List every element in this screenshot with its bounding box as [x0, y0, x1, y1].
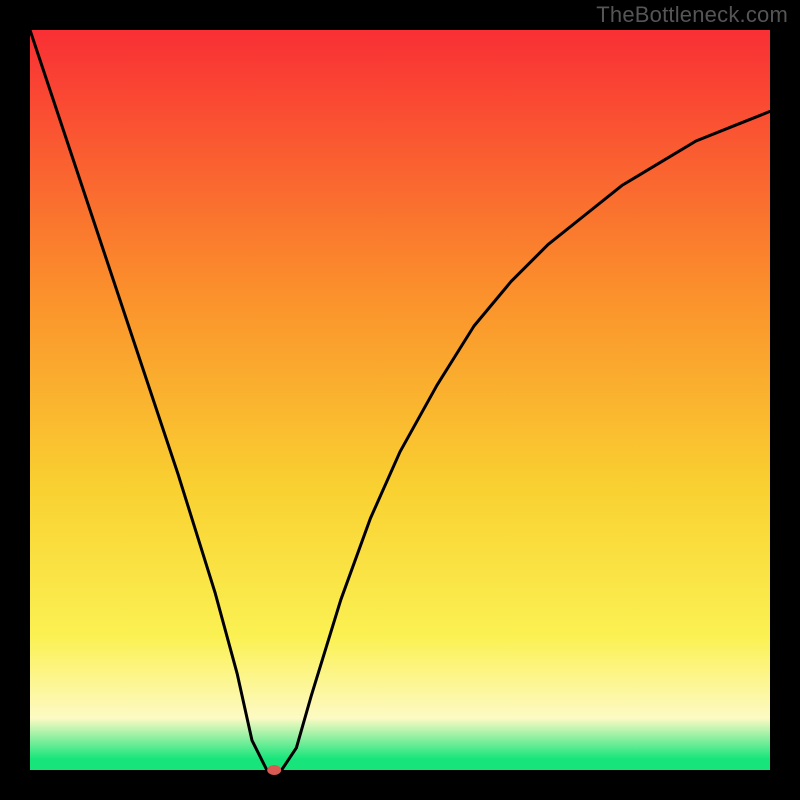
plot-area — [30, 30, 770, 770]
chart-frame: TheBottleneck.com — [0, 0, 800, 800]
optimum-marker-icon — [267, 765, 281, 775]
bottleneck-chart — [0, 0, 800, 800]
watermark-label: TheBottleneck.com — [596, 2, 788, 28]
